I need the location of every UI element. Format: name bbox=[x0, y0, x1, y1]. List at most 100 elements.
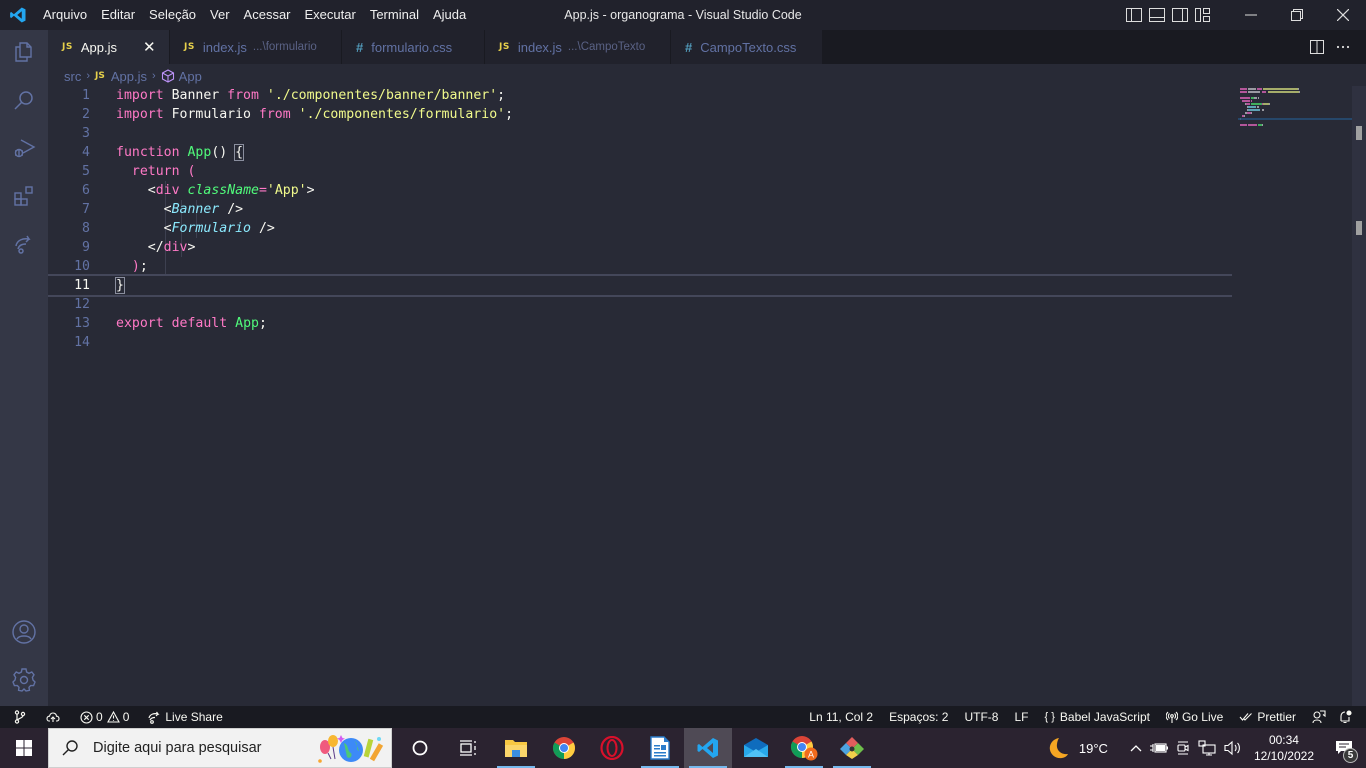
taskbar-mail[interactable] bbox=[732, 728, 780, 768]
taskbar-opera[interactable] bbox=[588, 728, 636, 768]
camera-status[interactable] bbox=[1172, 728, 1194, 768]
minimap-token bbox=[1246, 103, 1250, 105]
taskbar-file-explorer[interactable] bbox=[492, 728, 540, 768]
toggle-secondary-sidebar-icon[interactable] bbox=[1168, 0, 1191, 30]
taskbar-search[interactable]: Digite aqui para pesquisar bbox=[48, 728, 392, 768]
eol-status[interactable]: LF bbox=[1008, 706, 1034, 728]
menu-terminal[interactable]: Terminal bbox=[363, 0, 426, 30]
more-actions-icon[interactable] bbox=[1330, 30, 1356, 64]
code-line[interactable]: 6 <div className='App'> bbox=[48, 181, 1232, 200]
minimap-token bbox=[1250, 112, 1252, 114]
activity-extensions[interactable] bbox=[0, 174, 48, 222]
feedback-button[interactable] bbox=[1306, 706, 1332, 728]
live-share-status[interactable]: Live Share bbox=[141, 706, 228, 728]
close-tab-icon[interactable]: ✕ bbox=[143, 38, 156, 56]
minimize-icon[interactable] bbox=[1228, 0, 1274, 30]
code-line[interactable]: 13 export default App; bbox=[48, 314, 1232, 333]
code-line[interactable]: 9 </div> bbox=[48, 238, 1232, 257]
source-control-status[interactable] bbox=[0, 706, 32, 728]
windows-taskbar: Digite aqui para pesquisar A 19°C 00:34 … bbox=[0, 728, 1366, 768]
vertical-scrollbar[interactable] bbox=[1352, 86, 1366, 706]
code-line[interactable]: 8 <Formulario /> bbox=[48, 219, 1232, 238]
taskbar-cortana[interactable] bbox=[396, 728, 444, 768]
toggle-primary-sidebar-icon[interactable] bbox=[1122, 0, 1145, 30]
code-token: ( bbox=[187, 164, 196, 179]
taskbar-task-view[interactable] bbox=[444, 728, 492, 768]
publish-status[interactable] bbox=[40, 706, 66, 728]
split-editor-icon[interactable] bbox=[1304, 30, 1330, 64]
close-icon[interactable] bbox=[1320, 0, 1366, 30]
prettier-status[interactable]: Prettier bbox=[1233, 706, 1302, 728]
breadcrumb-symbol[interactable]: App bbox=[179, 69, 202, 84]
menu-executar[interactable]: Executar bbox=[298, 0, 363, 30]
problems-status[interactable]: 0 0 bbox=[74, 706, 135, 728]
code-line[interactable]: 4 function App() { bbox=[48, 143, 1232, 162]
code-line[interactable]: 7 <Banner /> bbox=[48, 200, 1232, 219]
minimap-token bbox=[1240, 124, 1248, 126]
code-line[interactable]: 12 bbox=[48, 295, 1232, 314]
clock[interactable]: 00:34 12/10/2022 bbox=[1246, 728, 1322, 768]
go-live-status[interactable]: Go Live bbox=[1160, 706, 1229, 728]
code-line[interactable]: 14 bbox=[48, 333, 1232, 352]
tab-label: formulario.css bbox=[371, 39, 453, 55]
tab-formulario-css[interactable]: # formulario.css bbox=[342, 30, 485, 64]
volume-control[interactable] bbox=[1220, 728, 1246, 768]
network-status[interactable] bbox=[1194, 728, 1220, 768]
activity-search[interactable] bbox=[0, 78, 48, 126]
code-line[interactable]: 3 bbox=[48, 124, 1232, 143]
restore-icon[interactable] bbox=[1274, 0, 1320, 30]
tab-index-js-campotexto[interactable]: JS index.js ...\CampoTexto bbox=[485, 30, 671, 64]
activity-run-debug[interactable] bbox=[0, 126, 48, 174]
menu-ajuda[interactable]: Ajuda bbox=[426, 0, 473, 30]
breadcrumb-folder[interactable]: src bbox=[64, 69, 81, 84]
notifications-button[interactable] bbox=[1332, 706, 1358, 728]
breadcrumb-file[interactable]: App.js bbox=[111, 69, 147, 84]
code-line[interactable]: 11} bbox=[48, 274, 1232, 297]
taskbar-vscode[interactable] bbox=[684, 728, 732, 768]
scrollbar-thumb[interactable] bbox=[1356, 126, 1362, 140]
code-line[interactable]: 2 import Formulario from './componentes/f… bbox=[48, 105, 1232, 124]
taskbar-git-gui[interactable] bbox=[828, 728, 876, 768]
activity-manage[interactable] bbox=[0, 658, 48, 706]
start-button[interactable] bbox=[0, 728, 48, 768]
battery-status[interactable] bbox=[1146, 728, 1172, 768]
toggle-panel-icon[interactable] bbox=[1145, 0, 1168, 30]
vscode-icon bbox=[696, 736, 720, 760]
cursor-position[interactable]: Ln 11, Col 2 bbox=[803, 706, 879, 728]
minimap-token bbox=[1248, 88, 1256, 90]
weather-widget[interactable]: 19°C bbox=[1041, 728, 1112, 768]
code-line[interactable]: 1 import Banner from './componentes/banne… bbox=[48, 86, 1232, 105]
tab-description: ...\formulario bbox=[252, 41, 317, 53]
language-mode-status[interactable]: { } Babel JavaScript bbox=[1039, 706, 1156, 728]
menu-arquivo[interactable]: Arquivo bbox=[36, 0, 94, 30]
menu-acessar[interactable]: Acessar bbox=[237, 0, 298, 30]
menu-selecao[interactable]: Seleção bbox=[142, 0, 203, 30]
vscode-logo-icon[interactable] bbox=[0, 0, 36, 30]
minimap[interactable] bbox=[1238, 86, 1352, 706]
tab-label: index.js bbox=[517, 39, 562, 55]
tab-app-js[interactable]: JS App.js ✕ bbox=[48, 30, 170, 64]
code-line[interactable]: 5 return ( bbox=[48, 162, 1232, 181]
menu-editar[interactable]: Editar bbox=[94, 0, 142, 30]
indentation-status[interactable]: Espaços: 2 bbox=[883, 706, 954, 728]
action-center[interactable]: 5 bbox=[1322, 728, 1366, 768]
tab-index-js-formulario[interactable]: JS index.js ...\formulario bbox=[170, 30, 342, 64]
show-hidden-icons[interactable] bbox=[1126, 728, 1146, 768]
tab-campotexto-css[interactable]: # CampoTexto.css bbox=[671, 30, 823, 64]
code-token: export bbox=[116, 316, 164, 331]
code-editor[interactable]: 1 import Banner from './componentes/banne… bbox=[48, 86, 1366, 706]
activity-live-share[interactable] bbox=[0, 222, 48, 270]
taskbar-libreoffice-writer[interactable] bbox=[636, 728, 684, 768]
scrollbar-thumb[interactable] bbox=[1356, 221, 1362, 235]
taskbar-chrome-profile[interactable]: A bbox=[780, 728, 828, 768]
activity-accounts[interactable] bbox=[0, 610, 48, 658]
code-token: </ bbox=[147, 240, 164, 255]
customize-layout-icon[interactable] bbox=[1191, 0, 1214, 30]
menu-ver[interactable]: Ver bbox=[203, 0, 237, 30]
taskbar-chrome[interactable] bbox=[540, 728, 588, 768]
encoding-status[interactable]: UTF-8 bbox=[958, 706, 1004, 728]
activity-explorer[interactable] bbox=[0, 30, 48, 78]
code-text: function App() { bbox=[116, 143, 245, 162]
